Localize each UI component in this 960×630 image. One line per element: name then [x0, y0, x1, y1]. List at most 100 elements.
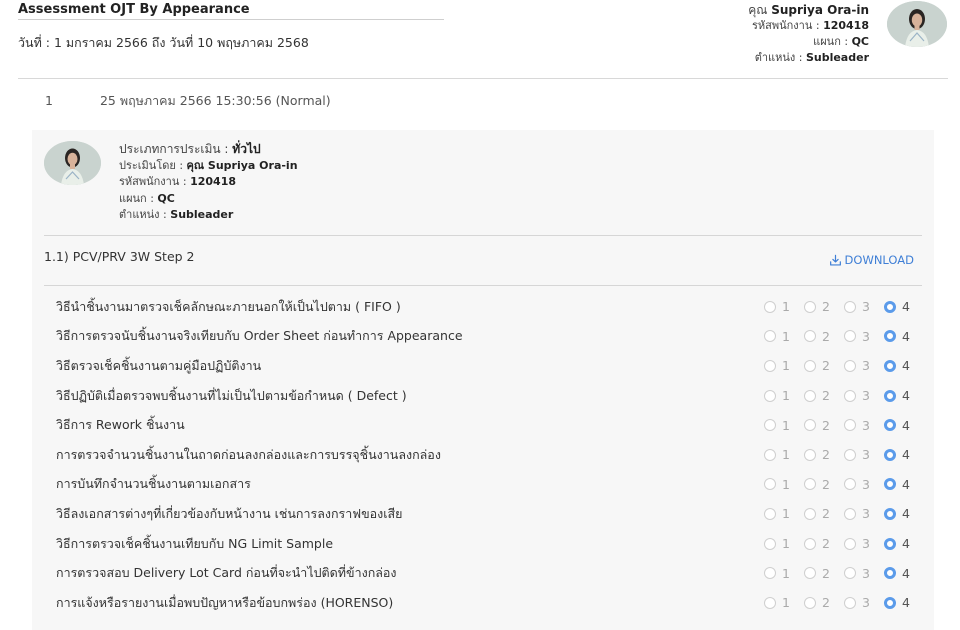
rating-radio[interactable] [764, 359, 776, 372]
rating-option-2[interactable]: 2 [804, 506, 844, 521]
rating-option-1[interactable]: 1 [764, 477, 804, 492]
rating-option-2[interactable]: 2 [804, 388, 844, 403]
rating-radio[interactable] [804, 537, 816, 550]
user-employee-id-line: รหัสพนักงาน : 120418 [748, 18, 869, 34]
rating-option-4[interactable]: 4 [884, 329, 910, 344]
rating-option-1[interactable]: 1 [764, 388, 804, 403]
rating-radio[interactable] [764, 300, 776, 313]
rating-radio[interactable] [764, 507, 776, 520]
rating-group: 1 2 3 4 [764, 418, 910, 433]
rating-option-4[interactable]: 4 [884, 595, 910, 610]
user-avatar[interactable] [887, 1, 947, 47]
rating-radio[interactable] [804, 359, 816, 372]
rating-radio[interactable] [764, 330, 776, 343]
rating-option-2[interactable]: 2 [804, 566, 844, 581]
rating-radio[interactable] [884, 567, 896, 580]
rating-option-label: 4 [902, 536, 910, 552]
rating-radio[interactable] [844, 448, 856, 461]
rating-radio[interactable] [884, 330, 896, 343]
rating-option-label: 4 [902, 506, 910, 522]
rating-option-3[interactable]: 3 [844, 447, 884, 462]
rating-radio[interactable] [804, 300, 816, 313]
rating-radio[interactable] [884, 389, 896, 402]
rating-option-1[interactable]: 1 [764, 536, 804, 551]
rating-radio[interactable] [764, 478, 776, 491]
rating-radio[interactable] [804, 419, 816, 432]
rating-radio[interactable] [764, 596, 776, 609]
rating-radio[interactable] [804, 478, 816, 491]
rating-option-4[interactable]: 4 [884, 447, 910, 462]
rating-option-4[interactable]: 4 [884, 566, 910, 581]
rating-option-3[interactable]: 3 [844, 418, 884, 433]
rating-radio[interactable] [844, 537, 856, 550]
rating-radio[interactable] [844, 507, 856, 520]
rating-option-3[interactable]: 3 [844, 536, 884, 551]
user-info: คุณ Supriya Ora-in รหัสพนักงาน : 120418 … [748, 2, 869, 66]
rating-radio[interactable] [884, 537, 896, 550]
rating-radio[interactable] [884, 359, 896, 372]
rating-option-1[interactable]: 1 [764, 566, 804, 581]
rating-radio[interactable] [884, 507, 896, 520]
rating-option-2[interactable]: 2 [804, 329, 844, 344]
rating-option-2[interactable]: 2 [804, 595, 844, 610]
rating-option-1[interactable]: 1 [764, 447, 804, 462]
rating-option-1[interactable]: 1 [764, 358, 804, 373]
rating-option-2[interactable]: 2 [804, 536, 844, 551]
rating-option-2[interactable]: 2 [804, 299, 844, 314]
rating-option-3[interactable]: 3 [844, 388, 884, 403]
rating-radio[interactable] [764, 567, 776, 580]
rating-radio[interactable] [884, 596, 896, 609]
rating-option-2[interactable]: 2 [804, 358, 844, 373]
rating-radio[interactable] [804, 448, 816, 461]
rating-radio[interactable] [884, 448, 896, 461]
rating-radio[interactable] [764, 419, 776, 432]
user-employee-id: 120418 [823, 19, 869, 32]
rating-option-2[interactable]: 2 [804, 447, 844, 462]
assessment-item: การบันทึกจำนวนชิ้นงานตามเอกสาร 1 2 3 4 [32, 470, 934, 500]
rating-option-label: 1 [782, 476, 790, 492]
rating-radio[interactable] [844, 419, 856, 432]
rating-option-1[interactable]: 1 [764, 418, 804, 433]
rating-radio[interactable] [804, 330, 816, 343]
rating-option-3[interactable]: 3 [844, 329, 884, 344]
rating-option-3[interactable]: 3 [844, 566, 884, 581]
rating-option-4[interactable]: 4 [884, 506, 910, 521]
record-row[interactable]: 1 25 พฤษภาคม 2566 15:30:56 (Normal) [45, 91, 331, 111]
rating-radio[interactable] [804, 567, 816, 580]
rating-option-3[interactable]: 3 [844, 358, 884, 373]
rating-option-3[interactable]: 3 [844, 299, 884, 314]
rating-radio[interactable] [884, 419, 896, 432]
rating-radio[interactable] [844, 478, 856, 491]
rating-radio[interactable] [764, 389, 776, 402]
rating-radio[interactable] [844, 596, 856, 609]
rating-radio[interactable] [764, 448, 776, 461]
rating-option-4[interactable]: 4 [884, 358, 910, 373]
rating-option-3[interactable]: 3 [844, 595, 884, 610]
rating-option-1[interactable]: 1 [764, 329, 804, 344]
rating-radio[interactable] [844, 567, 856, 580]
rating-option-1[interactable]: 1 [764, 299, 804, 314]
download-button[interactable]: DOWNLOAD [829, 253, 914, 267]
rating-option-1[interactable]: 1 [764, 595, 804, 610]
rating-option-1[interactable]: 1 [764, 506, 804, 521]
rating-radio[interactable] [804, 389, 816, 402]
rating-option-4[interactable]: 4 [884, 536, 910, 551]
rating-radio[interactable] [764, 537, 776, 550]
rating-option-4[interactable]: 4 [884, 477, 910, 492]
rating-radio[interactable] [844, 300, 856, 313]
rating-radio[interactable] [844, 359, 856, 372]
rating-radio[interactable] [844, 330, 856, 343]
rating-option-4[interactable]: 4 [884, 388, 910, 403]
rating-option-3[interactable]: 3 [844, 477, 884, 492]
rating-radio[interactable] [844, 389, 856, 402]
rating-radio[interactable] [884, 478, 896, 491]
rating-option-2[interactable]: 2 [804, 418, 844, 433]
rating-option-3[interactable]: 3 [844, 506, 884, 521]
rating-option-2[interactable]: 2 [804, 477, 844, 492]
rating-option-label: 3 [862, 565, 870, 581]
rating-radio[interactable] [804, 507, 816, 520]
rating-radio[interactable] [884, 300, 896, 313]
rating-radio[interactable] [804, 596, 816, 609]
rating-option-4[interactable]: 4 [884, 299, 910, 314]
rating-option-4[interactable]: 4 [884, 418, 910, 433]
